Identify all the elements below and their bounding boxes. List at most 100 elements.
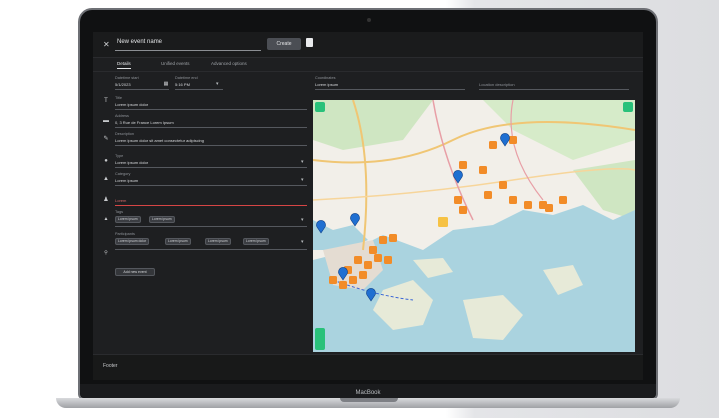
top-bar: ✕ New event name Create (93, 32, 643, 58)
event-marker[interactable] (454, 196, 462, 204)
tags-label: Tags (115, 210, 124, 214)
time-label: Datetime end (175, 76, 198, 80)
date-label: Datetime start (115, 76, 139, 80)
calendar-icon[interactable]: ▦ (163, 81, 169, 87)
event-marker[interactable] (359, 271, 367, 279)
chat-icon: ▬ (103, 118, 109, 124)
description-field[interactable]: Lorem ipsum dolor sit amet consectetur a… (115, 138, 204, 143)
coordinates-label: Coordinates (315, 76, 336, 80)
footer-label: Footer (103, 363, 118, 369)
required-field[interactable]: Lorem (115, 198, 126, 203)
event-marker[interactable] (459, 161, 467, 169)
laptop-chin: MacBook (80, 384, 656, 398)
close-icon[interactable]: ✕ (103, 40, 110, 49)
event-marker[interactable] (499, 181, 507, 189)
location-description-underline (479, 89, 629, 90)
map-layer-button[interactable] (623, 102, 633, 112)
event-marker[interactable] (369, 246, 377, 254)
event-marker[interactable] (545, 204, 553, 212)
event-marker[interactable] (379, 236, 387, 244)
event-marker[interactable] (459, 206, 467, 214)
address-label: Address (115, 114, 129, 118)
tag-chip[interactable]: Lorem ipsum (115, 216, 141, 223)
document-icon[interactable] (306, 38, 313, 47)
chevron-down-icon[interactable]: ▾ (301, 239, 304, 245)
map-view[interactable] (313, 100, 635, 352)
type-select[interactable]: Lorem ipsum dolor (115, 160, 148, 165)
coordinates-underline (315, 89, 465, 90)
participant-chip[interactable]: Lorem ipsum (165, 238, 191, 245)
address-underline (115, 127, 307, 128)
chevron-down-icon[interactable]: ▾ (301, 177, 304, 183)
participants-label: Participants (115, 232, 135, 236)
event-marker[interactable] (484, 191, 492, 199)
tab-bar: Details Unified events Advanced options (93, 58, 643, 72)
create-button[interactable]: Create (267, 38, 301, 50)
location-description-field[interactable]: Location description (479, 82, 515, 87)
text-icon: T (104, 98, 108, 104)
pencil-icon: ✎ (103, 136, 109, 142)
type-label: Type (115, 154, 124, 158)
add-new-event-button[interactable]: Add new event (115, 268, 155, 276)
chevron-down-icon[interactable]: ▾ (216, 81, 219, 87)
participant-chip[interactable]: Lorem ipsum dolor (115, 238, 150, 245)
event-marker[interactable] (329, 276, 337, 284)
tags-underline (115, 226, 307, 227)
time-value[interactable]: 5:16 PM (175, 82, 190, 87)
type-underline (115, 167, 307, 168)
footer: Footer (93, 354, 643, 380)
triangle-icon: ▲ (103, 216, 109, 222)
event-marker[interactable] (509, 196, 517, 204)
circle-icon: ● (104, 158, 108, 164)
camera (367, 18, 371, 22)
event-marker[interactable] (524, 201, 532, 209)
search-icon: ⚲ (104, 250, 108, 256)
date-underline (115, 89, 169, 90)
description-underline (115, 145, 307, 146)
chevron-down-icon[interactable]: ▾ (301, 159, 304, 165)
tab-unified-events[interactable]: Unified events (161, 61, 190, 66)
selected-event-marker[interactable] (438, 217, 448, 227)
person-icon: ♟ (103, 197, 109, 203)
chevron-down-icon[interactable]: ▾ (301, 217, 304, 223)
title-field[interactable]: Lorem ipsum dolor (115, 102, 148, 107)
coordinates-field[interactable]: Lorem ipsum (315, 82, 338, 87)
event-marker[interactable] (389, 234, 397, 242)
title-underline (115, 109, 307, 110)
event-marker[interactable] (559, 196, 567, 204)
address-field[interactable]: 0, 3 Rue de France Lorem Ipsum (115, 120, 174, 125)
map-canvas[interactable] (313, 100, 635, 352)
event-name-input[interactable]: New event name (115, 39, 261, 51)
map-zoom-controls[interactable] (315, 328, 325, 350)
title-label: Title (115, 96, 123, 100)
category-underline (115, 185, 307, 186)
event-marker[interactable] (479, 166, 487, 174)
laptop-notch (340, 398, 398, 402)
time-underline (175, 89, 223, 90)
map-control-button[interactable] (315, 102, 325, 112)
tab-advanced-options[interactable]: Advanced options (211, 61, 247, 66)
category-select[interactable]: Lorem ipsum (115, 178, 138, 183)
category-label: Category (115, 172, 131, 176)
required-underline (115, 205, 307, 206)
tag-chip[interactable]: Lorem ipsum (149, 216, 175, 223)
stage: MacBook ✕ New event name Create Details … (0, 0, 719, 418)
event-marker[interactable] (354, 256, 362, 264)
event-marker[interactable] (374, 254, 382, 262)
event-marker[interactable] (364, 261, 372, 269)
event-marker[interactable] (349, 276, 357, 284)
event-marker[interactable] (339, 281, 347, 289)
date-value[interactable]: 5/1/2023 (115, 82, 131, 87)
event-marker[interactable] (509, 136, 517, 144)
description-label: Description (115, 132, 134, 136)
app-screen: ✕ New event name Create Details Unified … (93, 32, 643, 380)
participant-chip[interactable]: Lorem ipsum (243, 238, 269, 245)
event-marker[interactable] (384, 256, 392, 264)
laptop-brand: MacBook (355, 390, 381, 396)
warning-icon: ▲ (103, 176, 109, 182)
participant-chip[interactable]: Lorem ipsum (205, 238, 231, 245)
event-marker[interactable] (489, 141, 497, 149)
event-form: Datetime start 5/1/2023 ▦ Datetime end 5… (93, 72, 313, 362)
tab-details[interactable]: Details (117, 61, 131, 69)
participants-underline (115, 249, 307, 250)
